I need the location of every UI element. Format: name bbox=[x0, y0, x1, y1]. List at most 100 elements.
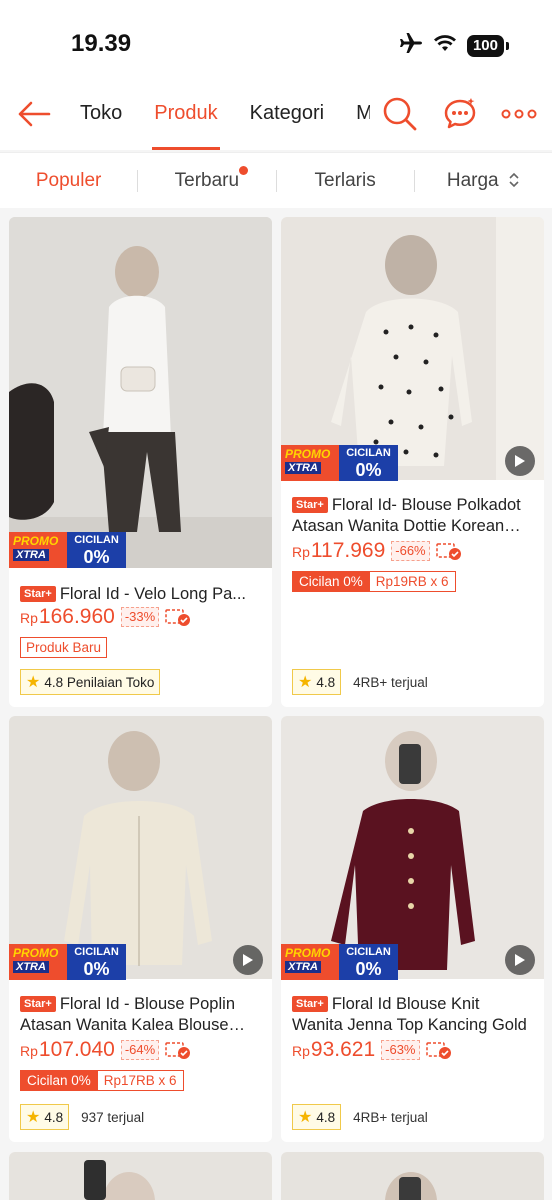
star-icon: ★ bbox=[26, 674, 41, 691]
installment-label: Cicilan 0% bbox=[20, 1070, 98, 1091]
sort-filter-bar: Populer Terbaru Terlaris Harga bbox=[0, 152, 552, 208]
cicilan-label: CICILAN bbox=[346, 946, 391, 958]
product-price: Rp107.040 bbox=[20, 1038, 115, 1062]
promo-xtra-badge: PROMO XTRA CICILAN 0% bbox=[281, 445, 398, 481]
rating-value: 4.8 Penilaian Toko bbox=[44, 674, 155, 690]
rating-row: ★ 4.8 4RB+ terjual bbox=[292, 1104, 428, 1130]
new-dot-indicator bbox=[239, 165, 249, 175]
back-arrow-icon bbox=[18, 101, 51, 127]
currency: Rp bbox=[292, 544, 310, 560]
status-icons: 100 bbox=[399, 32, 510, 59]
product-card[interactable]: PROMO XTRA CICILAN 0% Star+ Floral Id - Vel… bbox=[9, 217, 272, 707]
product-price: Rp93.621 bbox=[292, 1038, 375, 1062]
promo-xtra-badge: PROMO XTRA CICILAN 0% bbox=[281, 944, 398, 980]
star-plus-badge: Star+ bbox=[292, 497, 328, 513]
discount-badge: -64% bbox=[120, 1040, 160, 1060]
price-value: 166.960 bbox=[38, 605, 115, 628]
free-shipping-voucher-icon bbox=[165, 1042, 191, 1059]
price-row: Rp93.621 -63% bbox=[292, 1038, 452, 1062]
star-icon: ★ bbox=[298, 674, 313, 691]
product-image: PROMO XTRA CICILAN 0% bbox=[9, 716, 272, 980]
tab-kategori[interactable]: Kategori bbox=[234, 82, 341, 150]
sold-count: 4RB+ terjual bbox=[353, 674, 428, 690]
product-card[interactable]: PROMO XTRA CICILAN 0% Star+ Floral Id - Blo… bbox=[9, 716, 272, 1142]
rating-badge: ★ 4.8 Penilaian Toko bbox=[20, 669, 161, 695]
product-image: PROMO XTRA CICILAN 0% bbox=[281, 217, 544, 481]
search-icon bbox=[383, 97, 417, 131]
rating-row: ★ 4.8 Penilaian Toko bbox=[20, 669, 161, 695]
wifi-icon bbox=[433, 33, 457, 58]
filter-terlaris-label: Terlaris bbox=[314, 169, 376, 191]
new-product-tag: Produk Baru bbox=[20, 637, 108, 658]
product-title-text: Floral Id - Velo Long Pa... bbox=[59, 585, 247, 603]
filter-populer[interactable]: Populer bbox=[0, 170, 137, 192]
promo-label: PROMO bbox=[13, 946, 59, 960]
video-play-button[interactable] bbox=[505, 945, 535, 975]
sort-updown-icon bbox=[509, 172, 519, 187]
star-plus-badge: Star+ bbox=[20, 586, 56, 602]
zero-percent-label: 0% bbox=[83, 959, 110, 979]
product-card[interactable]: PROMO XTRA CICILAN 0% Star+ Floral Id Blous… bbox=[281, 716, 544, 1142]
star-icon: ★ bbox=[298, 1109, 313, 1126]
status-bar: 19.39 100 bbox=[0, 0, 552, 82]
installment-row: Cicilan 0% Rp17RB x 6 bbox=[20, 1070, 184, 1091]
search-button[interactable] bbox=[380, 94, 420, 134]
product-title: Star+ Floral Id - Velo Long Pa... bbox=[20, 584, 262, 605]
xtra-label: XTRA bbox=[13, 961, 49, 973]
rating-value: 4.8 bbox=[316, 674, 336, 690]
installment-label: Cicilan 0% bbox=[292, 571, 370, 592]
product-image bbox=[9, 1152, 272, 1200]
play-icon bbox=[515, 954, 525, 966]
product-card[interactable]: PROMO XTRA CICILAN 0% Star+ Floral Id- Blou… bbox=[281, 217, 544, 707]
zero-percent-label: 0% bbox=[83, 547, 110, 567]
more-button[interactable] bbox=[499, 94, 539, 134]
zero-percent-label: 0% bbox=[355, 460, 382, 480]
promo-xtra-badge: PROMO XTRA CICILAN 0% bbox=[9, 944, 126, 980]
nav-tabs: Toko Produk Kategori Me bbox=[64, 82, 370, 150]
product-image bbox=[281, 1152, 544, 1200]
rating-row: ★ 4.8 937 terjual bbox=[20, 1104, 144, 1130]
xtra-label: XTRA bbox=[285, 961, 321, 973]
product-card[interactable] bbox=[281, 1152, 544, 1200]
filter-terbaru[interactable]: Terbaru bbox=[138, 165, 275, 192]
promo-label: PROMO bbox=[285, 447, 331, 461]
star-plus-badge: Star+ bbox=[292, 996, 328, 1012]
tag-row: Produk Baru bbox=[20, 637, 108, 658]
free-shipping-voucher-icon bbox=[425, 1042, 451, 1059]
currency: Rp bbox=[20, 610, 38, 626]
star-icon: ★ bbox=[26, 1109, 41, 1126]
cicilan-label: CICILAN bbox=[346, 447, 391, 459]
cicilan-label: CICILAN bbox=[74, 946, 119, 958]
product-image: PROMO XTRA CICILAN 0% bbox=[281, 716, 544, 980]
battery-indicator: 100 bbox=[466, 34, 510, 57]
price-row: Rp107.040 -64% bbox=[20, 1038, 191, 1062]
star-plus-badge: Star+ bbox=[20, 996, 56, 1012]
filter-terlaris[interactable]: Terlaris bbox=[277, 170, 414, 192]
tab-more[interactable]: Me bbox=[340, 82, 370, 150]
product-card[interactable] bbox=[9, 1152, 272, 1200]
free-shipping-voucher-icon bbox=[165, 609, 191, 626]
status-time: 19.39 bbox=[71, 30, 132, 57]
video-play-button[interactable] bbox=[505, 446, 535, 476]
airplane-icon bbox=[399, 32, 423, 59]
installment-row: Cicilan 0% Rp19RB x 6 bbox=[292, 571, 456, 592]
filter-terbaru-label: Terbaru bbox=[174, 169, 240, 191]
installment-amount: Rp19RB x 6 bbox=[369, 571, 456, 592]
currency: Rp bbox=[292, 1043, 310, 1059]
top-nav: Toko Produk Kategori Me bbox=[0, 82, 552, 150]
zero-percent-label: 0% bbox=[355, 959, 382, 979]
product-title: Star+ Floral Id- Blouse Polkadot Atasan W… bbox=[292, 495, 534, 537]
video-play-button[interactable] bbox=[233, 945, 263, 975]
rating-badge: ★ 4.8 bbox=[292, 669, 342, 695]
sold-count: 937 terjual bbox=[81, 1109, 145, 1125]
tab-produk[interactable]: Produk bbox=[138, 82, 233, 150]
product-image: PROMO XTRA CICILAN 0% bbox=[9, 217, 272, 568]
promo-label: PROMO bbox=[13, 534, 59, 548]
chat-button[interactable] bbox=[440, 94, 480, 134]
filter-harga[interactable]: Harga bbox=[415, 170, 552, 192]
tab-toko[interactable]: Toko bbox=[64, 82, 138, 150]
cicilan-label: CICILAN bbox=[74, 534, 119, 546]
price-value: 117.969 bbox=[310, 539, 386, 562]
back-button[interactable] bbox=[14, 96, 54, 132]
product-title: Star+ Floral Id - Blouse Poplin Atasan Wa… bbox=[20, 994, 262, 1036]
